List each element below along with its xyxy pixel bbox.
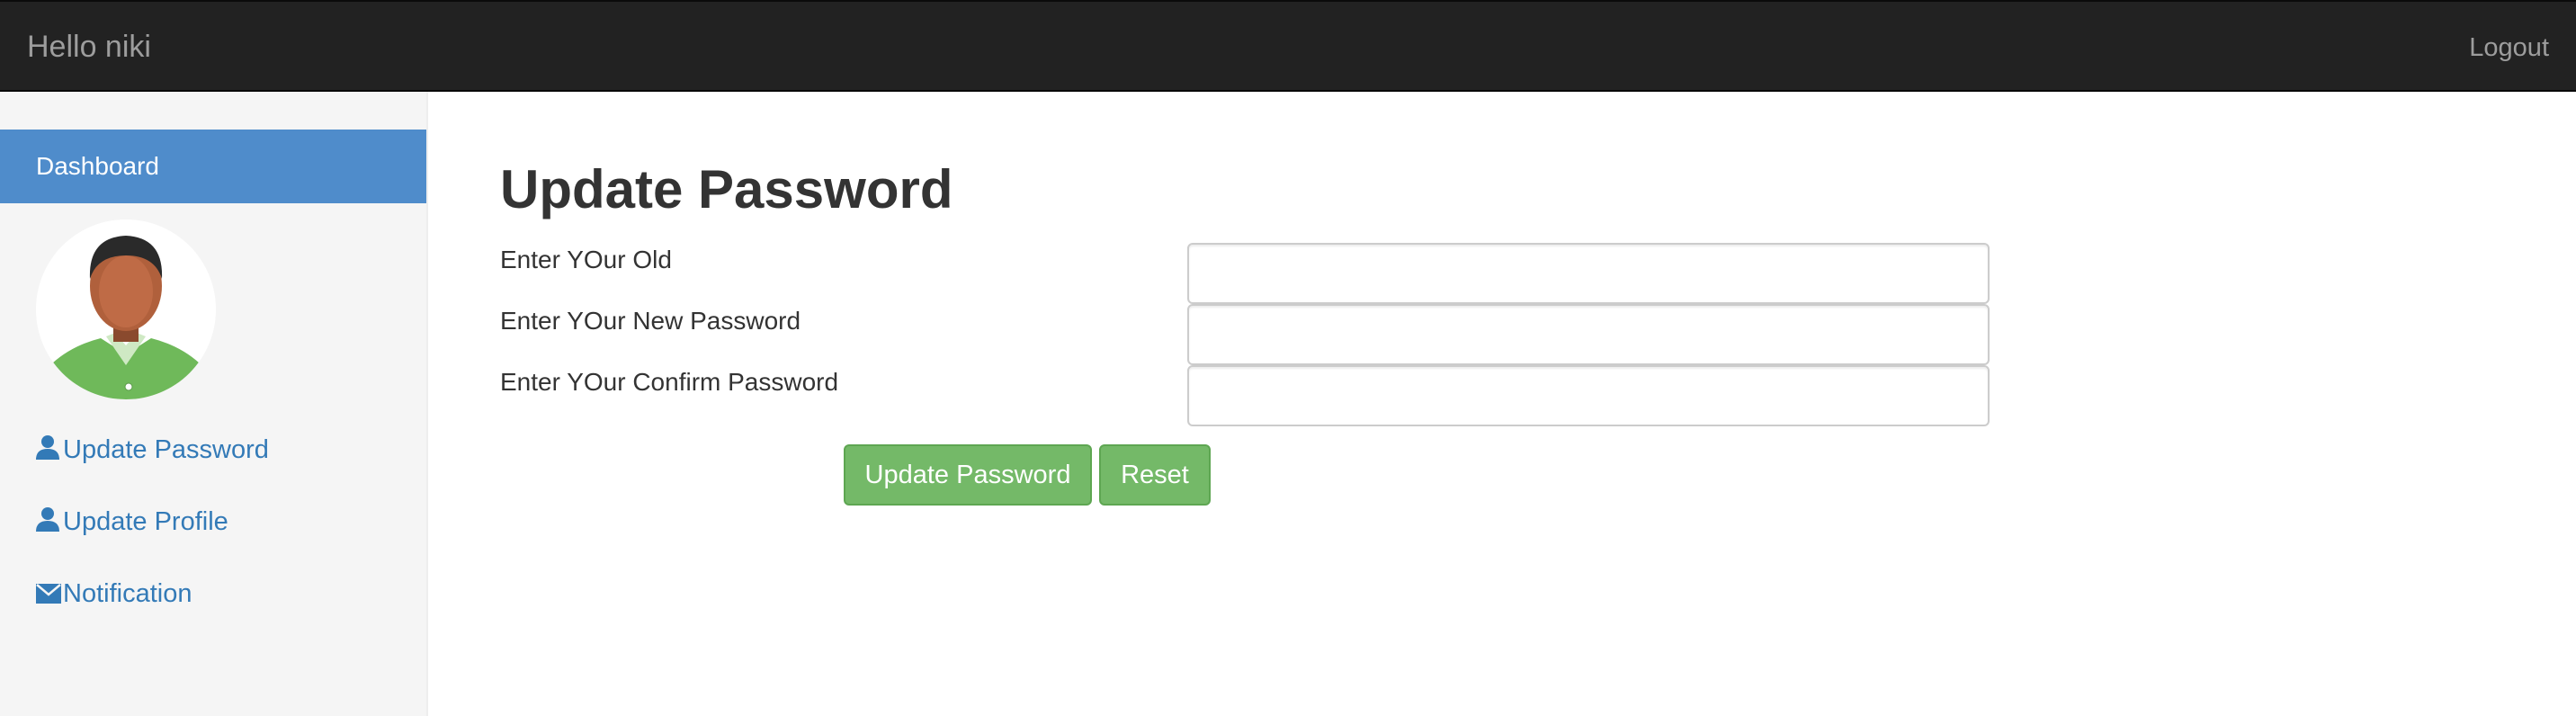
new-password-input[interactable] bbox=[1187, 304, 1990, 365]
logout-link[interactable]: Logout bbox=[2469, 31, 2549, 65]
sidebar-item-update-password[interactable]: Update Password bbox=[36, 434, 269, 468]
new-password-label: Enter YOur New Password bbox=[500, 307, 801, 335]
user-icon bbox=[36, 434, 63, 468]
user-icon bbox=[36, 506, 63, 540]
sidebar-item-dashboard[interactable]: Dashboard bbox=[0, 130, 426, 203]
confirm-password-input[interactable] bbox=[1187, 365, 1990, 426]
sidebar-item-label: Update Password bbox=[63, 435, 269, 464]
top-navbar: Hello niki Logout bbox=[0, 0, 2576, 92]
confirm-password-label: Enter YOur Confirm Password bbox=[500, 368, 839, 396]
envelope-icon bbox=[36, 579, 63, 612]
old-password-input[interactable] bbox=[1187, 243, 1990, 304]
reset-button[interactable]: Reset bbox=[1099, 444, 1211, 506]
brand-greeting[interactable]: Hello niki bbox=[27, 29, 151, 65]
avatar bbox=[36, 219, 216, 399]
update-password-button[interactable]: Update Password bbox=[844, 444, 1092, 506]
sidebar: Dashboard Update Password Update Profile bbox=[0, 92, 428, 716]
sidebar-item-notification[interactable]: Notification bbox=[36, 577, 192, 612]
sidebar-item-update-profile[interactable]: Update Profile bbox=[36, 506, 228, 540]
page-title: Update Password bbox=[500, 159, 953, 219]
main-content: Update Password Enter YOur Old Enter YOu… bbox=[430, 92, 2576, 716]
sidebar-item-label: Update Profile bbox=[63, 507, 228, 536]
avatar-person-icon bbox=[36, 219, 216, 399]
old-password-label: Enter YOur Old bbox=[500, 246, 672, 273]
sidebar-item-label: Notification bbox=[63, 579, 192, 608]
